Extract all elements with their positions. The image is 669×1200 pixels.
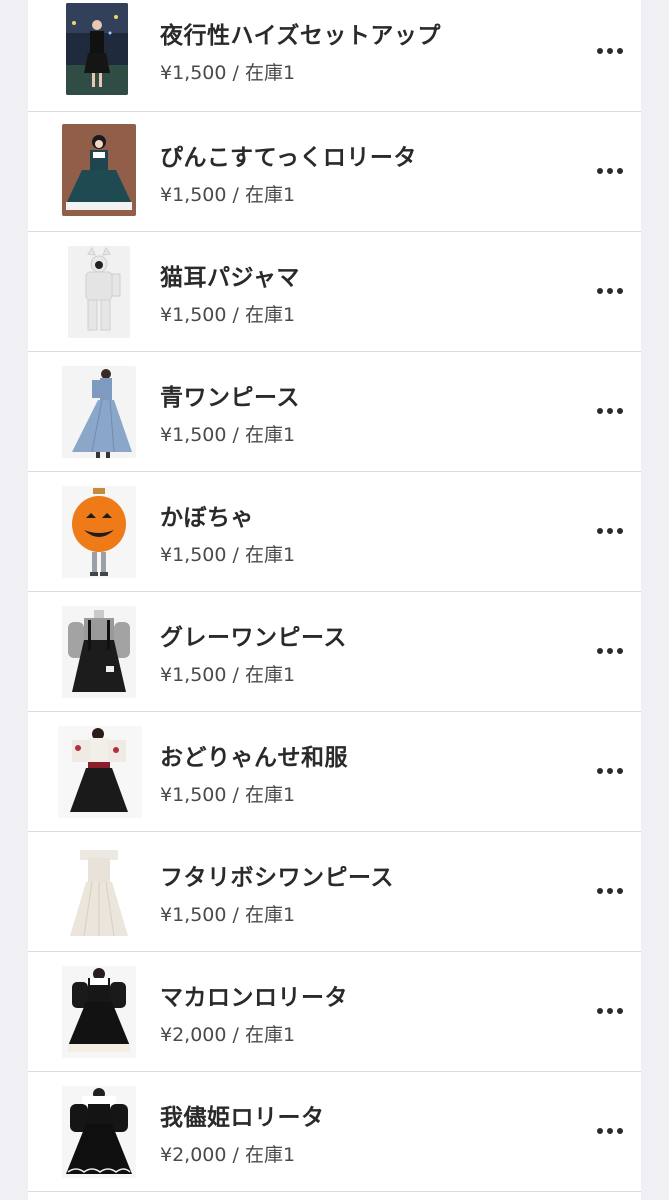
product-thumbnail [62, 1086, 136, 1178]
more-options-button[interactable] [593, 514, 627, 548]
meta-separator: / [232, 544, 239, 566]
product-stock: 在庫1 [244, 544, 296, 566]
more-options-button[interactable] [593, 994, 627, 1028]
product-meta: ¥1,500 / 在庫1 [160, 900, 295, 927]
product-meta: ¥1,500 / 在庫1 [160, 180, 295, 207]
product-stock: 在庫1 [244, 1144, 296, 1166]
product-thumbnail [62, 606, 136, 698]
meta-separator: / [232, 424, 239, 446]
product-price: ¥1,500 [160, 184, 227, 206]
product-row[interactable]: グレーワンピース ¥1,500 / 在庫1 [28, 592, 641, 712]
product-row[interactable]: 我儘姫ロリータ ¥2,000 / 在庫1 [28, 1072, 641, 1192]
product-price: ¥1,500 [160, 664, 227, 686]
more-horizontal-icon [597, 408, 603, 414]
more-horizontal-icon [597, 168, 603, 174]
product-stock: 在庫1 [244, 784, 296, 806]
product-thumbnail [58, 726, 142, 818]
more-horizontal-icon [597, 528, 603, 534]
meta-separator: / [232, 664, 239, 686]
meta-separator: / [232, 184, 239, 206]
product-name: 猫耳パジャマ [160, 265, 300, 291]
product-thumbnail [62, 846, 136, 938]
more-horizontal-icon [597, 1128, 603, 1134]
product-row[interactable]: 夜行性ハイズセットアップ ¥1,500 / 在庫1 [28, 0, 641, 112]
product-row[interactable]: フタリボシワンピース ¥1,500 / 在庫1 [28, 832, 641, 952]
more-options-button[interactable] [593, 274, 627, 308]
product-stock: 在庫1 [244, 304, 296, 326]
meta-separator: / [232, 304, 239, 326]
more-horizontal-icon [597, 48, 603, 54]
more-horizontal-icon [597, 288, 603, 294]
more-options-button[interactable] [593, 154, 627, 188]
product-price: ¥1,500 [160, 544, 227, 566]
more-options-button[interactable] [593, 634, 627, 668]
product-meta: ¥1,500 / 在庫1 [160, 780, 295, 807]
product-meta: ¥1,500 / 在庫1 [160, 420, 295, 447]
meta-separator: / [232, 1144, 239, 1166]
meta-separator: / [232, 784, 239, 806]
product-stock: 在庫1 [244, 1024, 296, 1046]
product-name: かぼちゃ [160, 505, 254, 531]
product-price: ¥1,500 [160, 424, 227, 446]
product-row[interactable]: かぼちゃ ¥1,500 / 在庫1 [28, 472, 641, 592]
more-options-button[interactable] [593, 34, 627, 68]
product-thumbnail [68, 246, 130, 338]
product-row[interactable]: 猫耳パジャマ ¥1,500 / 在庫1 [28, 232, 641, 352]
product-meta: ¥1,500 / 在庫1 [160, 58, 295, 85]
product-meta: ¥1,500 / 在庫1 [160, 540, 295, 567]
product-stock: 在庫1 [244, 424, 296, 446]
product-row[interactable]: 青ワンピース ¥1,500 / 在庫1 [28, 352, 641, 472]
product-meta: ¥1,500 / 在庫1 [160, 300, 295, 327]
product-name: フタリボシワンピース [160, 865, 394, 891]
product-price: ¥2,000 [160, 1144, 227, 1166]
product-name: おどりゃんせ和服 [160, 745, 348, 771]
more-options-button[interactable] [593, 394, 627, 428]
more-horizontal-icon [597, 1008, 603, 1014]
product-name: 夜行性ハイズセットアップ [160, 23, 441, 49]
product-stock: 在庫1 [244, 664, 296, 686]
product-price: ¥1,500 [160, 62, 227, 84]
product-list: 夜行性ハイズセットアップ ¥1,500 / 在庫1 ぴんこすてっくロリータ ¥1… [28, 0, 641, 1200]
product-name: マカロンロリータ [160, 985, 348, 1011]
product-price: ¥1,500 [160, 784, 227, 806]
product-meta: ¥2,000 / 在庫1 [160, 1140, 295, 1167]
more-horizontal-icon [597, 768, 603, 774]
product-row[interactable]: ぴんこすてっくロリータ ¥1,500 / 在庫1 [28, 112, 641, 232]
product-thumbnail [62, 124, 136, 216]
product-price: ¥1,500 [160, 304, 227, 326]
more-horizontal-icon [597, 648, 603, 654]
meta-separator: / [232, 904, 239, 926]
product-stock: 在庫1 [244, 904, 296, 926]
product-thumbnail [66, 3, 128, 95]
product-price: ¥2,000 [160, 1024, 227, 1046]
product-name: ぴんこすてっくロリータ [160, 145, 417, 171]
product-meta: ¥2,000 / 在庫1 [160, 1020, 295, 1047]
more-options-button[interactable] [593, 754, 627, 788]
product-thumbnail [62, 486, 136, 578]
product-thumbnail [62, 966, 136, 1058]
product-price: ¥1,500 [160, 904, 227, 926]
product-stock: 在庫1 [244, 184, 296, 206]
more-horizontal-icon [597, 888, 603, 894]
meta-separator: / [232, 62, 239, 84]
product-name: 我儘姫ロリータ [160, 1105, 325, 1131]
product-row[interactable]: おどりゃんせ和服 ¥1,500 / 在庫1 [28, 712, 641, 832]
product-thumbnail [62, 366, 136, 458]
product-name: 青ワンピース [160, 385, 300, 411]
more-options-button[interactable] [593, 874, 627, 908]
more-options-button[interactable] [593, 1114, 627, 1148]
product-meta: ¥1,500 / 在庫1 [160, 660, 295, 687]
product-name: グレーワンピース [160, 625, 347, 651]
meta-separator: / [232, 1024, 239, 1046]
product-row[interactable]: マカロンロリータ ¥2,000 / 在庫1 [28, 952, 641, 1072]
product-stock: 在庫1 [244, 62, 296, 84]
